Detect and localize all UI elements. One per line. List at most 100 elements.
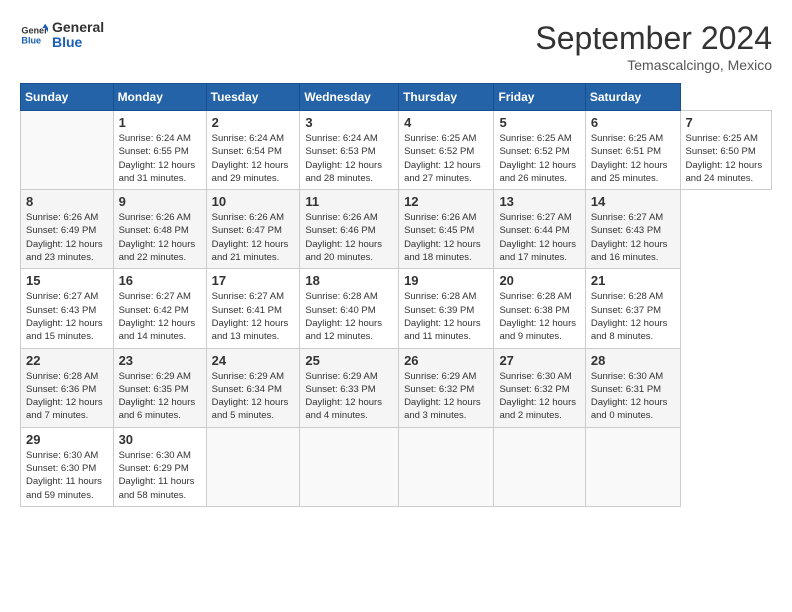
calendar-cell: 18 Sunrise: 6:28 AM Sunset: 6:40 PM Dayl… <box>300 269 399 348</box>
day-info: Sunrise: 6:29 AM Sunset: 6:35 PM Dayligh… <box>119 370 201 423</box>
calendar-header-row: SundayMondayTuesdayWednesdayThursdayFrid… <box>21 84 772 111</box>
day-info: Sunrise: 6:27 AM Sunset: 6:44 PM Dayligh… <box>499 211 579 264</box>
day-number: 6 <box>591 115 675 130</box>
day-number: 19 <box>404 273 488 288</box>
day-info: Sunrise: 6:30 AM Sunset: 6:29 PM Dayligh… <box>119 449 201 502</box>
day-header-wednesday: Wednesday <box>300 84 399 111</box>
week-row-1: 1 Sunrise: 6:24 AM Sunset: 6:55 PM Dayli… <box>21 111 772 190</box>
day-number: 17 <box>212 273 295 288</box>
location-subtitle: Temascalcingo, Mexico <box>535 57 772 73</box>
page-header: General Blue General Blue September 2024… <box>20 20 772 73</box>
day-info: Sunrise: 6:28 AM Sunset: 6:39 PM Dayligh… <box>404 290 488 343</box>
svg-text:Blue: Blue <box>21 36 41 46</box>
day-info: Sunrise: 6:27 AM Sunset: 6:41 PM Dayligh… <box>212 290 295 343</box>
day-number: 25 <box>305 353 393 368</box>
day-number: 8 <box>26 194 108 209</box>
calendar-cell <box>21 111 114 190</box>
day-info: Sunrise: 6:28 AM Sunset: 6:37 PM Dayligh… <box>591 290 675 343</box>
day-number: 12 <box>404 194 488 209</box>
week-row-2: 8 Sunrise: 6:26 AM Sunset: 6:49 PM Dayli… <box>21 190 772 269</box>
day-info: Sunrise: 6:26 AM Sunset: 6:46 PM Dayligh… <box>305 211 393 264</box>
day-number: 22 <box>26 353 108 368</box>
day-info: Sunrise: 6:25 AM Sunset: 6:51 PM Dayligh… <box>591 132 675 185</box>
day-info: Sunrise: 6:27 AM Sunset: 6:42 PM Dayligh… <box>119 290 201 343</box>
calendar-cell: 1 Sunrise: 6:24 AM Sunset: 6:55 PM Dayli… <box>113 111 206 190</box>
day-number: 5 <box>499 115 579 130</box>
day-info: Sunrise: 6:26 AM Sunset: 6:47 PM Dayligh… <box>212 211 295 264</box>
day-info: Sunrise: 6:30 AM Sunset: 6:32 PM Dayligh… <box>499 370 579 423</box>
calendar-cell: 23 Sunrise: 6:29 AM Sunset: 6:35 PM Dayl… <box>113 348 206 427</box>
day-header-thursday: Thursday <box>399 84 494 111</box>
day-info: Sunrise: 6:30 AM Sunset: 6:30 PM Dayligh… <box>26 449 108 502</box>
calendar-cell: 19 Sunrise: 6:28 AM Sunset: 6:39 PM Dayl… <box>399 269 494 348</box>
logo-icon: General Blue <box>20 21 48 49</box>
calendar-cell: 21 Sunrise: 6:28 AM Sunset: 6:37 PM Dayl… <box>585 269 680 348</box>
day-info: Sunrise: 6:28 AM Sunset: 6:40 PM Dayligh… <box>305 290 393 343</box>
day-number: 10 <box>212 194 295 209</box>
calendar-cell: 5 Sunrise: 6:25 AM Sunset: 6:52 PM Dayli… <box>494 111 585 190</box>
day-info: Sunrise: 6:25 AM Sunset: 6:52 PM Dayligh… <box>499 132 579 185</box>
calendar-cell: 16 Sunrise: 6:27 AM Sunset: 6:42 PM Dayl… <box>113 269 206 348</box>
day-number: 24 <box>212 353 295 368</box>
calendar-cell: 14 Sunrise: 6:27 AM Sunset: 6:43 PM Dayl… <box>585 190 680 269</box>
calendar-cell: 25 Sunrise: 6:29 AM Sunset: 6:33 PM Dayl… <box>300 348 399 427</box>
calendar-cell: 28 Sunrise: 6:30 AM Sunset: 6:31 PM Dayl… <box>585 348 680 427</box>
day-number: 28 <box>591 353 675 368</box>
calendar-cell: 29 Sunrise: 6:30 AM Sunset: 6:30 PM Dayl… <box>21 427 114 506</box>
day-info: Sunrise: 6:27 AM Sunset: 6:43 PM Dayligh… <box>591 211 675 264</box>
week-row-5: 29 Sunrise: 6:30 AM Sunset: 6:30 PM Dayl… <box>21 427 772 506</box>
day-header-tuesday: Tuesday <box>206 84 300 111</box>
day-number: 14 <box>591 194 675 209</box>
day-number: 27 <box>499 353 579 368</box>
calendar-cell <box>399 427 494 506</box>
day-header-monday: Monday <box>113 84 206 111</box>
day-number: 7 <box>686 115 766 130</box>
day-info: Sunrise: 6:29 AM Sunset: 6:34 PM Dayligh… <box>212 370 295 423</box>
day-number: 20 <box>499 273 579 288</box>
day-number: 13 <box>499 194 579 209</box>
day-info: Sunrise: 6:24 AM Sunset: 6:54 PM Dayligh… <box>212 132 295 185</box>
day-number: 30 <box>119 432 201 447</box>
title-area: September 2024 Temascalcingo, Mexico <box>535 20 772 73</box>
calendar-cell <box>300 427 399 506</box>
calendar-cell: 15 Sunrise: 6:27 AM Sunset: 6:43 PM Dayl… <box>21 269 114 348</box>
day-info: Sunrise: 6:28 AM Sunset: 6:38 PM Dayligh… <box>499 290 579 343</box>
calendar-cell <box>494 427 585 506</box>
calendar-cell: 7 Sunrise: 6:25 AM Sunset: 6:50 PM Dayli… <box>680 111 771 190</box>
day-header-sunday: Sunday <box>21 84 114 111</box>
day-number: 15 <box>26 273 108 288</box>
calendar-cell <box>585 427 680 506</box>
calendar-cell: 27 Sunrise: 6:30 AM Sunset: 6:32 PM Dayl… <box>494 348 585 427</box>
day-number: 26 <box>404 353 488 368</box>
day-number: 21 <box>591 273 675 288</box>
day-number: 4 <box>404 115 488 130</box>
day-number: 1 <box>119 115 201 130</box>
month-title: September 2024 <box>535 20 772 57</box>
calendar-cell: 11 Sunrise: 6:26 AM Sunset: 6:46 PM Dayl… <box>300 190 399 269</box>
calendar-cell: 17 Sunrise: 6:27 AM Sunset: 6:41 PM Dayl… <box>206 269 300 348</box>
calendar-cell: 26 Sunrise: 6:29 AM Sunset: 6:32 PM Dayl… <box>399 348 494 427</box>
day-info: Sunrise: 6:26 AM Sunset: 6:48 PM Dayligh… <box>119 211 201 264</box>
day-header-saturday: Saturday <box>585 84 680 111</box>
calendar-cell: 30 Sunrise: 6:30 AM Sunset: 6:29 PM Dayl… <box>113 427 206 506</box>
day-header-friday: Friday <box>494 84 585 111</box>
week-row-4: 22 Sunrise: 6:28 AM Sunset: 6:36 PM Dayl… <box>21 348 772 427</box>
calendar-cell: 24 Sunrise: 6:29 AM Sunset: 6:34 PM Dayl… <box>206 348 300 427</box>
calendar-cell: 20 Sunrise: 6:28 AM Sunset: 6:38 PM Dayl… <box>494 269 585 348</box>
day-info: Sunrise: 6:29 AM Sunset: 6:32 PM Dayligh… <box>404 370 488 423</box>
calendar-cell: 12 Sunrise: 6:26 AM Sunset: 6:45 PM Dayl… <box>399 190 494 269</box>
logo: General Blue General Blue <box>20 20 104 51</box>
week-row-3: 15 Sunrise: 6:27 AM Sunset: 6:43 PM Dayl… <box>21 269 772 348</box>
day-number: 11 <box>305 194 393 209</box>
day-info: Sunrise: 6:26 AM Sunset: 6:45 PM Dayligh… <box>404 211 488 264</box>
day-info: Sunrise: 6:26 AM Sunset: 6:49 PM Dayligh… <box>26 211 108 264</box>
day-info: Sunrise: 6:29 AM Sunset: 6:33 PM Dayligh… <box>305 370 393 423</box>
calendar-table: SundayMondayTuesdayWednesdayThursdayFrid… <box>20 83 772 507</box>
day-number: 16 <box>119 273 201 288</box>
day-number: 3 <box>305 115 393 130</box>
calendar-cell: 4 Sunrise: 6:25 AM Sunset: 6:52 PM Dayli… <box>399 111 494 190</box>
day-info: Sunrise: 6:27 AM Sunset: 6:43 PM Dayligh… <box>26 290 108 343</box>
calendar-cell: 10 Sunrise: 6:26 AM Sunset: 6:47 PM Dayl… <box>206 190 300 269</box>
day-info: Sunrise: 6:25 AM Sunset: 6:50 PM Dayligh… <box>686 132 766 185</box>
day-number: 9 <box>119 194 201 209</box>
